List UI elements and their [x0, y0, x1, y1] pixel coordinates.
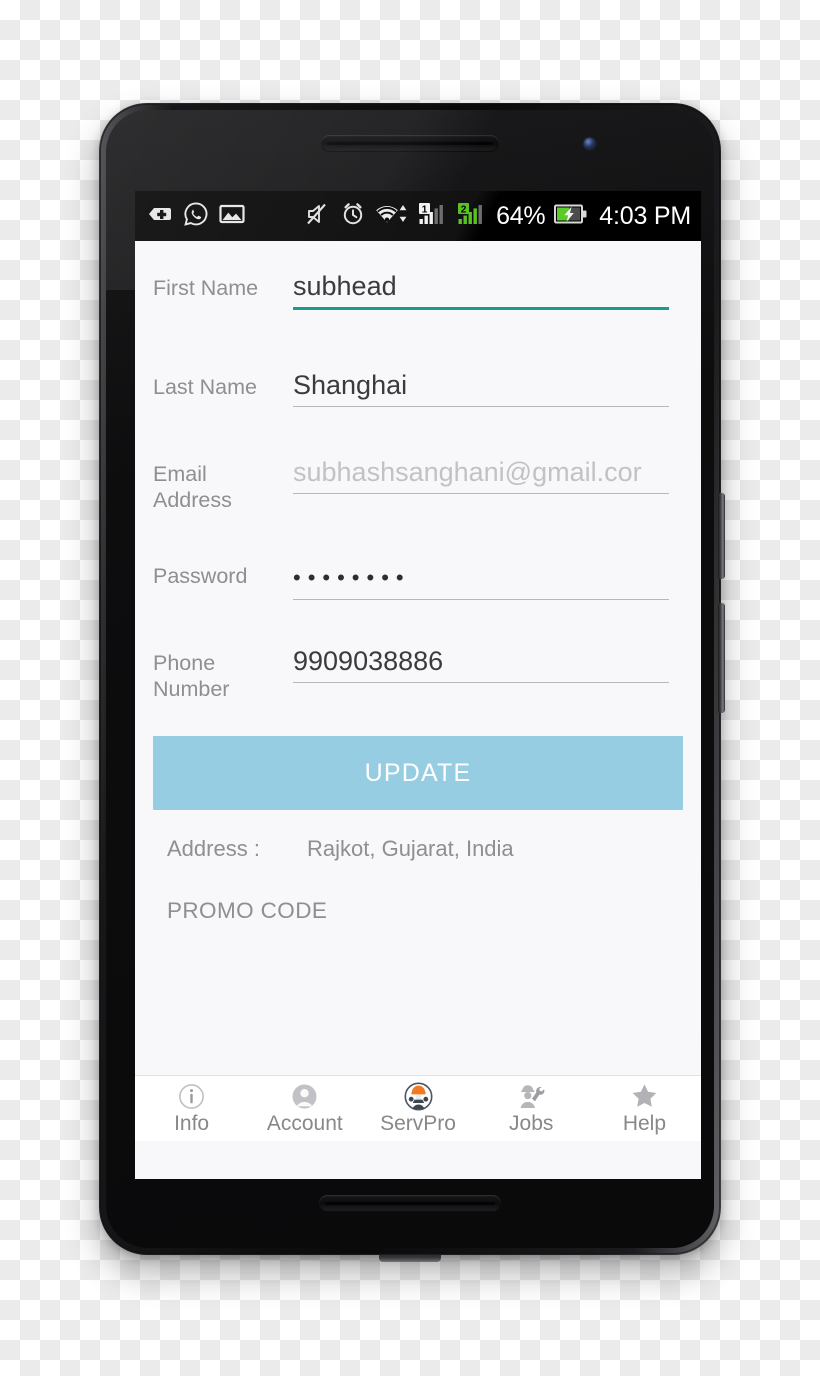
- first-name-input-wrap[interactable]: subhead: [293, 269, 683, 310]
- person-icon: [291, 1081, 318, 1111]
- email-address-label-line1: Email: [153, 462, 207, 486]
- password-label: Password: [153, 564, 248, 588]
- address-value: Rajkot, Gujarat, India: [307, 836, 514, 861]
- nav-label-account: Account: [266, 1112, 343, 1135]
- nav-label-servpro: ServPro: [380, 1112, 456, 1135]
- svg-text:1: 1: [422, 204, 428, 215]
- profile-form-screen: First Name subhead Last Name Shanghai Em…: [135, 269, 701, 1141]
- nav-item-help[interactable]: Help: [588, 1081, 701, 1136]
- status-bar-notifications: [147, 201, 245, 232]
- clock-label: 4:03 PM: [599, 201, 691, 230]
- nav-label-jobs: Jobs: [509, 1112, 554, 1135]
- password-input-wrap[interactable]: ••••••••: [293, 557, 683, 600]
- field-row-email-address: Email Address subhashsanghani@gmail.cor: [153, 455, 683, 513]
- nav-item-jobs[interactable]: Jobs: [475, 1081, 588, 1136]
- phone-number-label: Phone Number: [153, 644, 293, 702]
- first-name-underline-focused: [293, 307, 669, 310]
- nav-item-servpro[interactable]: ServPro: [361, 1081, 474, 1136]
- first-name-label: First Name: [153, 276, 259, 300]
- worker-wrench-icon: [517, 1081, 546, 1111]
- email-address-label-line2: Address: [153, 488, 232, 512]
- update-button-label: UPDATE: [364, 758, 472, 787]
- nav-label-help: Help: [622, 1112, 667, 1135]
- bottom-speaker-icon: [319, 1195, 501, 1212]
- sim1-signal-icon: 1: [418, 201, 448, 232]
- mute-icon: [305, 201, 331, 232]
- add-tag-icon: [147, 201, 173, 232]
- field-row-password: Password ••••••••: [153, 557, 683, 600]
- star-icon: [630, 1081, 659, 1111]
- field-row-first-name: First Name subhead: [153, 269, 683, 310]
- password-underline: [293, 599, 669, 600]
- password-input[interactable]: ••••••••: [293, 557, 669, 599]
- android-status-bar: 1 2 64% 4:03 PM: [135, 191, 701, 241]
- phone-number-input-wrap[interactable]: 9909038886: [293, 644, 683, 683]
- email-address-input[interactable]: subhashsanghani@gmail.cor: [293, 455, 669, 493]
- update-button[interactable]: UPDATE: [153, 736, 683, 810]
- bottom-navigation-bar: Info Account ServPro Jobs Help: [135, 1075, 701, 1141]
- phone-device: 1 2 64% 4:03 PM First Name subhead Last …: [99, 103, 725, 1255]
- gallery-image-icon: [219, 203, 245, 230]
- whatsapp-icon: [183, 201, 209, 232]
- last-name-label: Last Name: [153, 375, 257, 399]
- email-address-input-wrap[interactable]: subhashsanghani@gmail.cor: [293, 455, 683, 494]
- address-label: Address :: [167, 836, 260, 861]
- battery-charging-icon: [554, 203, 588, 230]
- alarm-clock-icon: [340, 201, 366, 232]
- phone-number-label-line2: Number: [153, 677, 230, 701]
- phone-screen: 1 2 64% 4:03 PM First Name subhead Last …: [135, 191, 701, 1179]
- field-row-phone-number: Phone Number 9909038886: [153, 644, 683, 702]
- field-row-last-name: Last Name Shanghai: [153, 368, 683, 407]
- first-name-input[interactable]: subhead: [293, 269, 669, 307]
- sim2-signal-icon: 2: [457, 201, 487, 232]
- nav-item-info[interactable]: Info: [135, 1081, 248, 1136]
- wifi-icon: [375, 201, 409, 232]
- promo-code-label[interactable]: PROMO CODE: [153, 898, 683, 924]
- battery-percent-label: 64%: [496, 201, 546, 230]
- last-name-input-wrap[interactable]: Shanghai: [293, 368, 683, 407]
- phone-number-underline: [293, 682, 669, 683]
- address-row: Address : Rajkot, Gujarat, India: [153, 836, 683, 862]
- servpro-worker-icon: [404, 1081, 433, 1111]
- front-camera-icon: [584, 138, 595, 149]
- device-front-face: 1 2 64% 4:03 PM First Name subhead Last …: [106, 110, 714, 1248]
- earpiece-speaker-icon: [321, 135, 499, 152]
- info-circle-icon: [178, 1081, 205, 1111]
- volume-button[interactable]: [718, 603, 725, 713]
- last-name-input[interactable]: Shanghai: [293, 368, 669, 406]
- status-bar-system-icons: 1 2 64% 4:03 PM: [305, 201, 691, 232]
- nav-label-info: Info: [174, 1112, 210, 1135]
- phone-number-input[interactable]: 9909038886: [293, 644, 669, 682]
- power-button[interactable]: [718, 493, 725, 579]
- email-address-underline: [293, 493, 669, 494]
- nav-item-account[interactable]: Account: [248, 1081, 361, 1136]
- last-name-underline: [293, 406, 669, 407]
- phone-number-label-line1: Phone: [153, 651, 216, 675]
- email-address-label: Email Address: [153, 455, 293, 513]
- svg-text:2: 2: [461, 204, 467, 215]
